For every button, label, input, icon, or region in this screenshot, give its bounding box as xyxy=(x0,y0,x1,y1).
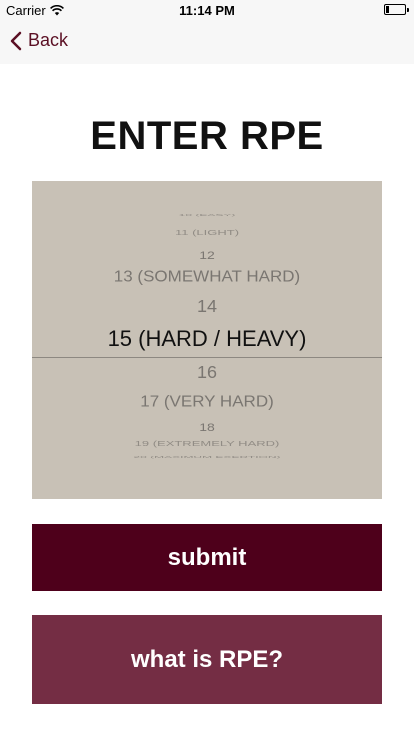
picker-row[interactable]: 17 (VERY HARD) xyxy=(32,392,382,411)
status-bar: Carrier 11:14 PM xyxy=(0,0,414,20)
back-button[interactable]: Back xyxy=(10,30,68,51)
picker-row[interactable]: 14 xyxy=(32,295,382,316)
rpe-picker[interactable]: 10 (EASY) 11 (LIGHT) 12 13 (SOMEWHAT HARD) 1… xyxy=(32,181,382,499)
what-is-rpe-button[interactable]: what is RPE? xyxy=(32,615,382,704)
status-right xyxy=(384,4,409,15)
back-label: Back xyxy=(28,30,69,50)
picker-row[interactable]: 16 xyxy=(32,361,382,382)
picker-row-selected[interactable]: 15 (HARD / HEAVY) xyxy=(32,326,382,352)
picker-row[interactable]: 12 xyxy=(32,248,382,262)
picker-selection-line xyxy=(32,357,382,358)
battery-icon xyxy=(384,4,409,15)
page-title: ENTER RPE xyxy=(90,114,324,158)
picker-row[interactable]: 13 (SOMEWHAT HARD) xyxy=(32,267,382,286)
battery-fill xyxy=(386,6,389,13)
submit-button[interactable]: submit xyxy=(32,524,382,591)
picker-row[interactable]: 10 (EASY) xyxy=(32,213,382,217)
picker-row[interactable]: 20 (MAXIMUM EXERTION) xyxy=(32,455,382,459)
navigation-bar: Back xyxy=(0,20,414,64)
chevron-left-icon xyxy=(10,31,22,51)
picker-row[interactable]: 11 (LIGHT) xyxy=(32,228,382,237)
status-time: 11:14 PM xyxy=(179,3,235,18)
picker-row[interactable]: 18 xyxy=(32,420,382,434)
picker-row[interactable]: 19 (EXTREMELY HARD) xyxy=(32,439,382,448)
